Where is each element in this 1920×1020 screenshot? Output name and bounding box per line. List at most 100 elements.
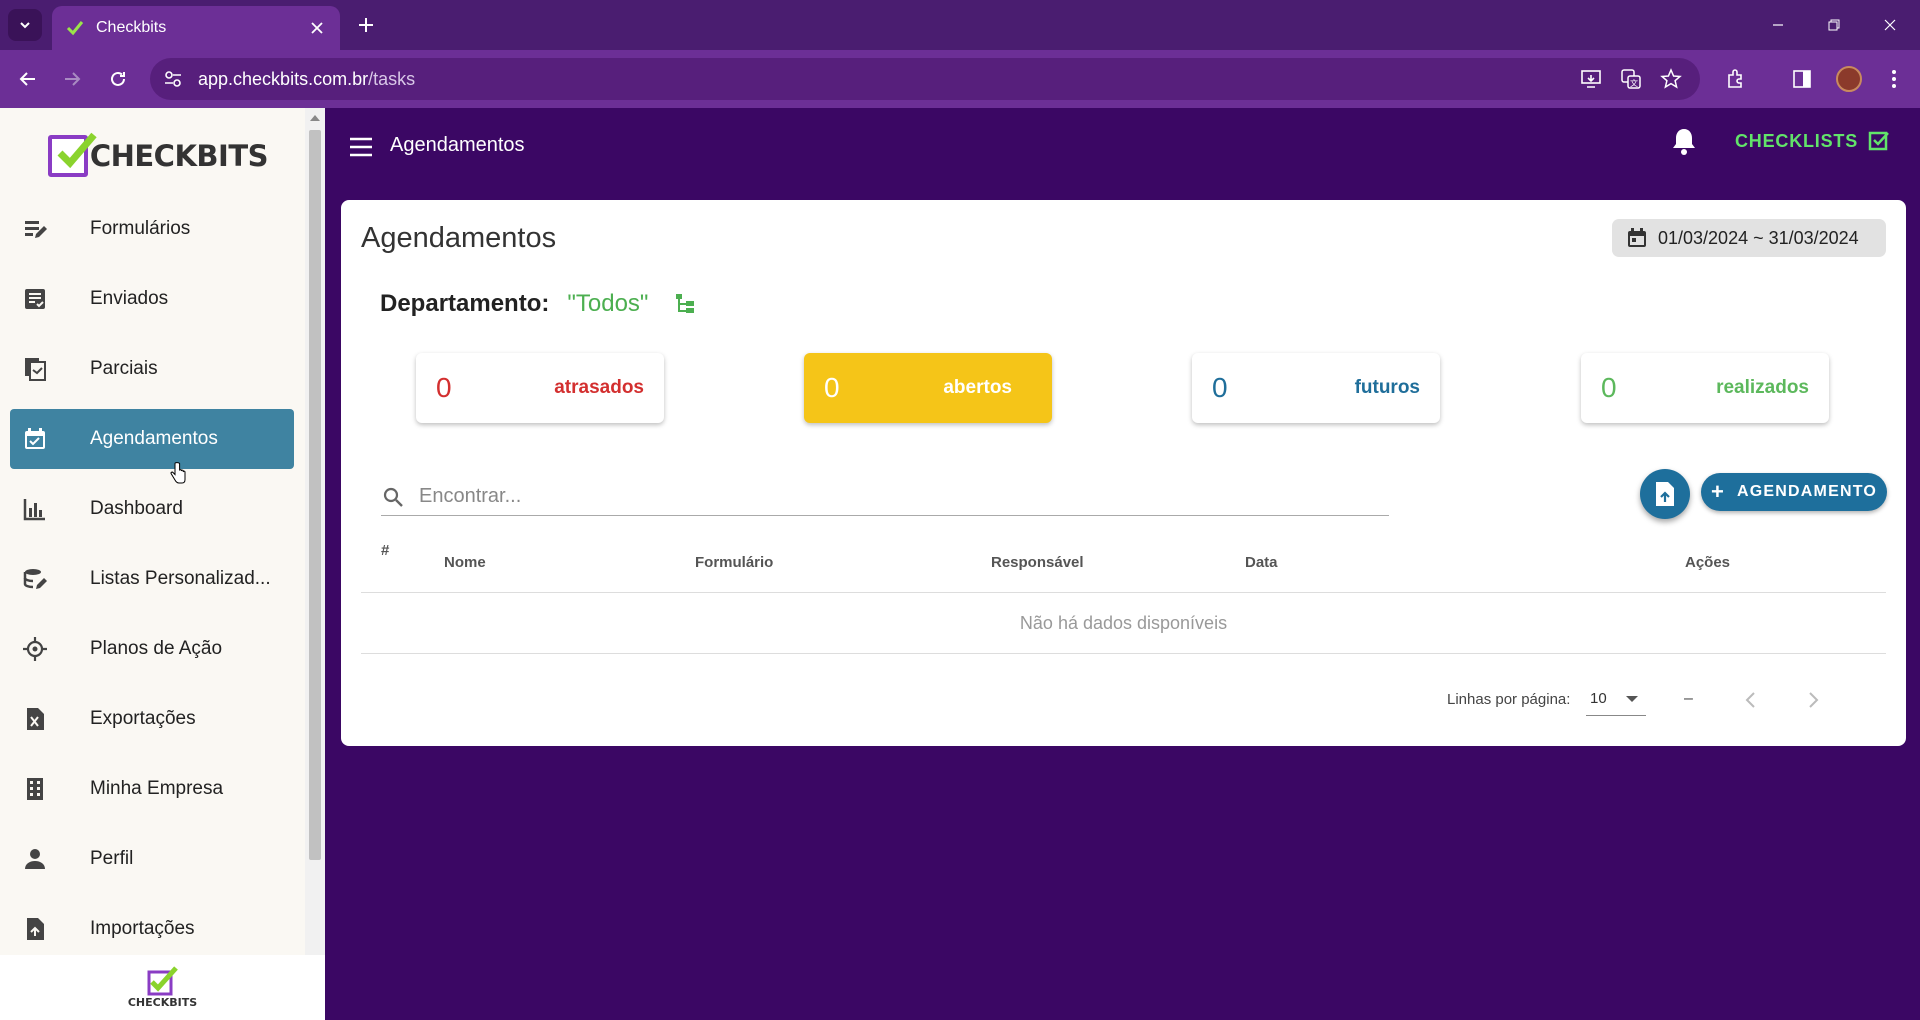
sidebar-item-agendamentos[interactable]: Agendamentos (10, 409, 294, 469)
hamburger-menu-icon[interactable] (348, 136, 376, 158)
tab-search-button[interactable] (8, 9, 42, 41)
column-header-acoes: Ações (1685, 554, 1731, 571)
tab-title: Checkbits (96, 19, 167, 36)
scroll-up-arrow-icon[interactable] (310, 115, 320, 121)
browser-tab[interactable]: Checkbits (52, 6, 340, 50)
column-header-formulario[interactable]: Formulário (695, 554, 773, 571)
search-input[interactable] (419, 485, 1319, 508)
site-info-icon[interactable] (162, 68, 184, 90)
sidebar-item-planos-de-acao[interactable]: Planos de Ação (10, 619, 294, 679)
calendar-check-icon (20, 424, 50, 454)
rows-per-page-label: Linhas por página: (1447, 691, 1571, 708)
minimize-icon[interactable] (1764, 12, 1792, 38)
sidebar-item-label: Dashboard (90, 498, 183, 519)
excel-file-icon (20, 704, 50, 734)
form-edit-icon (20, 214, 50, 244)
stat-count: 0 (436, 372, 452, 403)
sidebar-item-label: Parciais (90, 358, 158, 379)
logo-text: CHECKBITS (89, 139, 269, 173)
address-bar[interactable]: app.checkbits.com.br/tasks (150, 58, 1700, 100)
stat-card-atrasados[interactable]: 0 atrasados (416, 353, 664, 423)
column-header-index[interactable]: # (381, 542, 389, 559)
back-icon[interactable] (14, 65, 42, 93)
sidebar-item-dashboard[interactable]: Dashboard (10, 479, 294, 539)
sidebar-item-enviados[interactable]: Enviados (10, 269, 294, 329)
column-header-nome[interactable]: Nome (444, 554, 486, 571)
sidebar-item-minha-empresa[interactable]: Minha Empresa (10, 759, 294, 819)
table-header: # Nome Formulário Responsável Data Ações (361, 532, 1886, 593)
bookmark-star-icon[interactable] (1658, 66, 1684, 92)
next-page-icon[interactable] (1801, 688, 1825, 712)
install-app-icon[interactable] (1578, 66, 1604, 92)
forward-icon[interactable] (58, 65, 86, 93)
department-tree-icon[interactable] (674, 292, 698, 316)
checklists-link[interactable]: CHECKLISTS (1735, 130, 1890, 152)
sidebar-item-listas-personalizadas[interactable]: Listas Personalizad... (10, 549, 294, 609)
notification-bell-icon[interactable] (1670, 126, 1698, 156)
restore-icon[interactable] (1820, 12, 1848, 38)
import-file-button[interactable] (1640, 469, 1690, 519)
header-title: Agendamentos (390, 134, 525, 156)
sent-list-icon (20, 284, 50, 314)
page-title: Agendamentos (361, 222, 557, 254)
empty-table-message: Não há dados disponíveis (361, 593, 1886, 654)
svg-text:文: 文 (1630, 78, 1638, 88)
sidebar-footer-logo: CHECKBITS (0, 955, 325, 1020)
sidebar-item-perfil[interactable]: Perfil (10, 829, 294, 889)
stat-label: realizados (1716, 377, 1809, 398)
sidebar-scrollbar-thumb[interactable] (309, 130, 321, 860)
person-icon (20, 844, 50, 874)
checkbox-checked-icon (1868, 131, 1889, 151)
building-icon (20, 774, 50, 804)
sidebar-item-exportacoes[interactable]: Exportações (10, 689, 294, 749)
previous-page-icon[interactable] (1739, 688, 1763, 712)
url-path: /tasks (368, 68, 416, 89)
logo-checkbox-icon (48, 132, 97, 177)
add-button-label: AGENDAMENTO (1737, 483, 1878, 500)
browser-tab-strip: Checkbits (0, 0, 1920, 50)
sidebar-item-label: Importações (90, 918, 195, 939)
search-field (381, 478, 1389, 516)
table-pagination: Linhas por página: 10 – (361, 666, 1886, 726)
sidebar-item-label: Agendamentos (90, 428, 218, 449)
sidebar-item-importacoes[interactable]: Importações (10, 899, 294, 959)
sidebar-item-label: Perfil (90, 848, 134, 869)
rows-per-page-select[interactable]: 10 (1586, 682, 1646, 716)
sidebar-item-label: Formulários (90, 218, 191, 239)
date-range-text: 01/03/2024 ~ 31/03/2024 (1658, 227, 1859, 248)
chevron-down-icon (20, 22, 30, 29)
new-tab-icon[interactable] (354, 13, 378, 37)
agendamentos-table: # Nome Formulário Responsável Data Ações… (361, 532, 1886, 716)
translate-icon[interactable]: 文 (1618, 66, 1644, 92)
add-agendamento-button[interactable]: + AGENDAMENTO (1701, 473, 1887, 511)
sidebar-item-formularios[interactable]: Formulários (10, 199, 294, 259)
sidebar-item-label: Enviados (90, 288, 169, 309)
sidebar-item-parciais[interactable]: Parciais (10, 339, 294, 399)
browser-menu-icon[interactable] (1880, 65, 1908, 93)
sidebar-item-label: Planos de Ação (90, 638, 223, 659)
stat-label: abertos (943, 377, 1012, 398)
column-header-data[interactable]: Data (1245, 554, 1278, 571)
date-range-picker[interactable]: 01/03/2024 ~ 31/03/2024 (1612, 219, 1886, 257)
agendamentos-card: Agendamentos 01/03/2024 ~ 31/03/2024 Dep… (341, 200, 1906, 746)
crosshair-icon (20, 634, 50, 664)
stat-card-realizados[interactable]: 0 realizados (1581, 353, 1829, 423)
stat-card-futuros[interactable]: 0 futuros (1192, 353, 1440, 423)
side-panel-icon[interactable] (1788, 65, 1816, 93)
stat-label: atrasados (554, 377, 644, 398)
close-window-icon[interactable] (1876, 12, 1904, 38)
page-range-text: – (1684, 690, 1693, 707)
footer-logo-icon (147, 966, 179, 996)
reload-icon[interactable] (104, 65, 132, 93)
calendar-icon (1628, 228, 1646, 247)
close-tab-icon[interactable] (308, 19, 326, 37)
stat-card-abertos[interactable]: 0 abertos (804, 353, 1052, 423)
column-header-responsavel[interactable]: Responsável (991, 554, 1084, 571)
mouse-cursor-hand-icon (170, 462, 186, 484)
profile-avatar[interactable] (1836, 66, 1862, 92)
extensions-icon[interactable] (1722, 65, 1750, 93)
file-import-icon (20, 914, 50, 944)
plus-icon: + (1710, 479, 1726, 504)
department-value[interactable]: "Todos" (567, 290, 648, 318)
sidebar-item-label: Listas Personalizad... (90, 568, 271, 589)
